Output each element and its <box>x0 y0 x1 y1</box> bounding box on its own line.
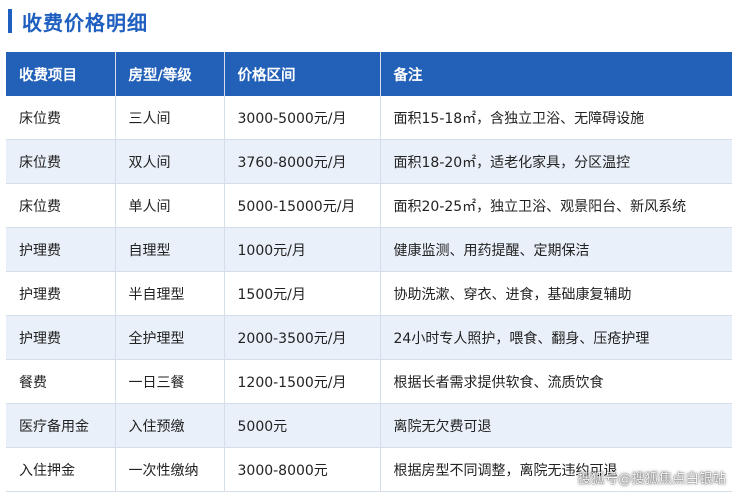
table-row: 护理费 自理型 1000元/月 健康监测、用药提醒、定期保洁 <box>6 227 732 272</box>
cell-price-range: 3000-8000元 <box>224 447 381 492</box>
cell-fee-item: 餐费 <box>6 359 116 404</box>
cell-price-range: 5000元 <box>224 403 381 448</box>
cell-fee-item: 护理费 <box>6 315 116 360</box>
column-header-fee-item: 收费项目 <box>6 52 116 96</box>
cell-fee-item: 护理费 <box>6 271 116 316</box>
cell-room-type: 一次性缴纳 <box>115 447 225 492</box>
cell-fee-item: 床位费 <box>6 139 116 184</box>
table-row: 医疗备用金 入住预缴 5000元 离院无欠费可退 <box>6 403 732 448</box>
cell-room-type: 全护理型 <box>115 315 225 360</box>
cell-price-range: 5000-15000元/月 <box>224 183 381 228</box>
cell-price-range: 1000元/月 <box>224 227 381 272</box>
cell-room-type: 半自理型 <box>115 271 225 316</box>
table-row: 床位费 单人间 5000-15000元/月 面积20-25㎡，独立卫浴、观景阳台… <box>6 183 732 228</box>
table-header-row: 收费项目 房型/等级 价格区间 备注 <box>6 52 732 96</box>
source-watermark: 搜狐号@搜狐焦点白银站 <box>577 471 727 487</box>
table-row: 床位费 双人间 3760-8000元/月 面积18-20㎡，适老化家具，分区温控 <box>6 139 732 184</box>
cell-notes: 离院无欠费可退 <box>380 403 732 448</box>
cell-fee-item: 床位费 <box>6 183 116 228</box>
column-header-price-range: 价格区间 <box>224 52 381 96</box>
cell-fee-item: 护理费 <box>6 227 116 272</box>
section-heading: 收费价格明细 <box>8 8 148 35</box>
cell-notes: 24小时专人照护，喂食、翻身、压疮护理 <box>380 315 732 360</box>
cell-price-range: 3760-8000元/月 <box>224 139 381 184</box>
table-row: 护理费 半自理型 1500元/月 协助洗漱、穿衣、进食，基础康复辅助 <box>6 271 732 316</box>
cell-room-type: 单人间 <box>115 183 225 228</box>
table-row: 床位费 三人间 3000-5000元/月 面积15-18㎡，含独立卫浴、无障碍设… <box>6 96 732 140</box>
cell-room-type: 三人间 <box>115 96 225 140</box>
table-row: 餐费 一日三餐 1200-1500元/月 根据长者需求提供软食、流质饮食 <box>6 359 732 404</box>
cell-notes: 健康监测、用药提醒、定期保洁 <box>380 227 732 272</box>
cell-notes: 根据长者需求提供软食、流质饮食 <box>380 359 732 404</box>
cell-room-type: 入住预缴 <box>115 403 225 448</box>
page: 收费价格明细 收费项目 房型/等级 价格区间 备注 床位费 三人间 3000-5… <box>0 0 740 495</box>
fee-table: 收费项目 房型/等级 价格区间 备注 床位费 三人间 3000-5000元/月 … <box>6 52 732 492</box>
cell-price-range: 1500元/月 <box>224 271 381 316</box>
cell-notes: 协助洗漱、穿衣、进食，基础康复辅助 <box>380 271 732 316</box>
cell-fee-item: 床位费 <box>6 96 116 140</box>
section-title: 收费价格明细 <box>22 10 148 35</box>
column-header-notes: 备注 <box>380 52 732 96</box>
cell-price-range: 2000-3500元/月 <box>224 315 381 360</box>
cell-notes: 面积15-18㎡，含独立卫浴、无障碍设施 <box>380 96 732 140</box>
cell-notes: 面积18-20㎡，适老化家具，分区温控 <box>380 139 732 184</box>
cell-room-type: 双人间 <box>115 139 225 184</box>
cell-fee-item: 医疗备用金 <box>6 403 116 448</box>
heading-accent-bar <box>8 9 12 33</box>
cell-fee-item: 入住押金 <box>6 447 116 492</box>
cell-price-range: 3000-5000元/月 <box>224 96 381 140</box>
cell-room-type: 一日三餐 <box>115 359 225 404</box>
table-row: 护理费 全护理型 2000-3500元/月 24小时专人照护，喂食、翻身、压疮护… <box>6 315 732 360</box>
column-header-room-type: 房型/等级 <box>115 52 225 96</box>
cell-price-range: 1200-1500元/月 <box>224 359 381 404</box>
cell-room-type: 自理型 <box>115 227 225 272</box>
cell-notes: 面积20-25㎡，独立卫浴、观景阳台、新风系统 <box>380 183 732 228</box>
